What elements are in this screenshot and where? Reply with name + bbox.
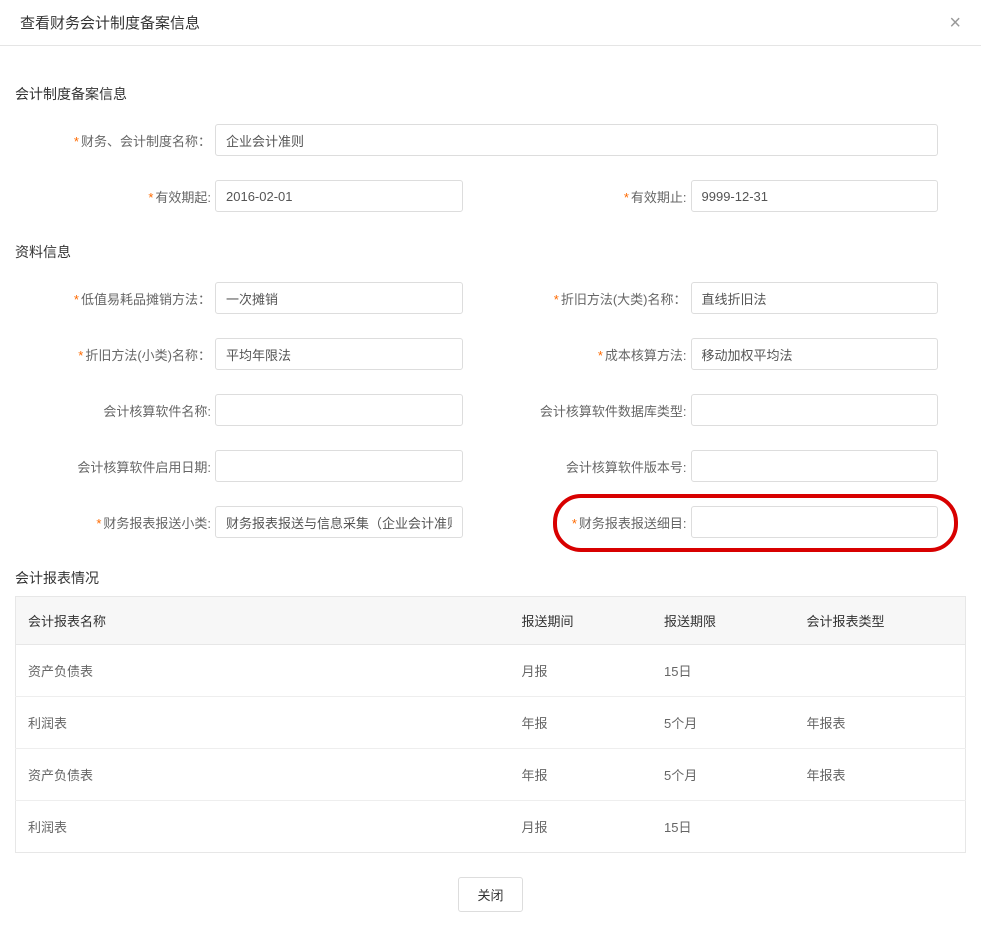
input-system-name[interactable] <box>215 124 938 156</box>
modal-body: 会计制度备案信息 *财务、会计制度名称： *有效期起: *有效期止: 资料信息 … <box>0 46 981 930</box>
th-type: 会计报表类型 <box>795 597 966 645</box>
section-report-title: 会计报表情况 <box>15 568 966 588</box>
table-row: 资产负债表 月报 15日 <box>16 645 966 697</box>
input-depr-minor[interactable] <box>215 338 463 370</box>
input-sw-enable-date[interactable] <box>215 450 463 482</box>
label-sw-name: 会计核算软件名称: <box>15 401 215 420</box>
cell-period: 年报 <box>510 749 653 801</box>
cell-deadline: 5个月 <box>652 749 795 801</box>
cell-period: 月报 <box>510 645 653 697</box>
cell-type <box>795 801 966 853</box>
label-report-sub: *财务报表报送小类: <box>15 513 215 532</box>
label-report-detail: *财务报表报送细目: <box>491 513 691 532</box>
input-report-sub[interactable] <box>215 506 463 538</box>
cell-period: 年报 <box>510 697 653 749</box>
th-name: 会计报表名称 <box>16 597 510 645</box>
input-valid-from[interactable] <box>215 180 463 212</box>
input-sw-version[interactable] <box>691 450 939 482</box>
modal-header: 查看财务会计制度备案信息 × <box>0 0 981 46</box>
close-icon[interactable]: × <box>949 13 961 33</box>
label-low-value-amort: *低值易耗品摊销方法： <box>15 289 215 308</box>
label-valid-from: *有效期起: <box>15 187 215 206</box>
cell-deadline: 5个月 <box>652 697 795 749</box>
table-row: 利润表 年报 5个月 年报表 <box>16 697 966 749</box>
input-cost-method[interactable] <box>691 338 939 370</box>
input-report-detail[interactable] <box>691 506 939 538</box>
cell-deadline: 15日 <box>652 801 795 853</box>
cell-type: 年报表 <box>795 697 966 749</box>
table-header-row: 会计报表名称 报送期间 报送期限 会计报表类型 <box>16 597 966 645</box>
input-sw-name[interactable] <box>215 394 463 426</box>
label-sw-version: 会计核算软件版本号: <box>491 457 691 476</box>
th-deadline: 报送期限 <box>652 597 795 645</box>
label-valid-to: *有效期止: <box>491 187 691 206</box>
section-data-title: 资料信息 <box>15 242 966 262</box>
table-row: 资产负债表 年报 5个月 年报表 <box>16 749 966 801</box>
label-sw-db-type: 会计核算软件数据库类型: <box>491 401 691 420</box>
input-valid-to[interactable] <box>691 180 939 212</box>
close-button[interactable]: 关闭 <box>458 877 522 912</box>
cell-deadline: 15日 <box>652 645 795 697</box>
input-sw-db-type[interactable] <box>691 394 939 426</box>
label-sw-enable-date: 会计核算软件启用日期: <box>15 457 215 476</box>
input-low-value-amort[interactable] <box>215 282 463 314</box>
cell-name: 资产负债表 <box>16 645 510 697</box>
cell-period: 月报 <box>510 801 653 853</box>
cell-type: 年报表 <box>795 749 966 801</box>
cell-name: 利润表 <box>16 801 510 853</box>
modal-title: 查看财务会计制度备案信息 <box>20 12 200 33</box>
cell-type <box>795 645 966 697</box>
section-filing-title: 会计制度备案信息 <box>15 84 966 104</box>
input-depr-major[interactable] <box>691 282 939 314</box>
label-cost-method: *成本核算方法: <box>491 345 691 364</box>
label-depr-minor: *折旧方法(小类)名称： <box>15 345 215 364</box>
cell-name: 资产负债表 <box>16 749 510 801</box>
label-system-name: *财务、会计制度名称： <box>15 131 215 150</box>
th-period: 报送期间 <box>510 597 653 645</box>
modal-footer: 关闭 <box>15 853 966 930</box>
cell-name: 利润表 <box>16 697 510 749</box>
report-table: 会计报表名称 报送期间 报送期限 会计报表类型 资产负债表 月报 15日 利润表… <box>15 596 966 853</box>
label-depr-major: *折旧方法(大类)名称： <box>491 289 691 308</box>
table-row: 利润表 月报 15日 <box>16 801 966 853</box>
